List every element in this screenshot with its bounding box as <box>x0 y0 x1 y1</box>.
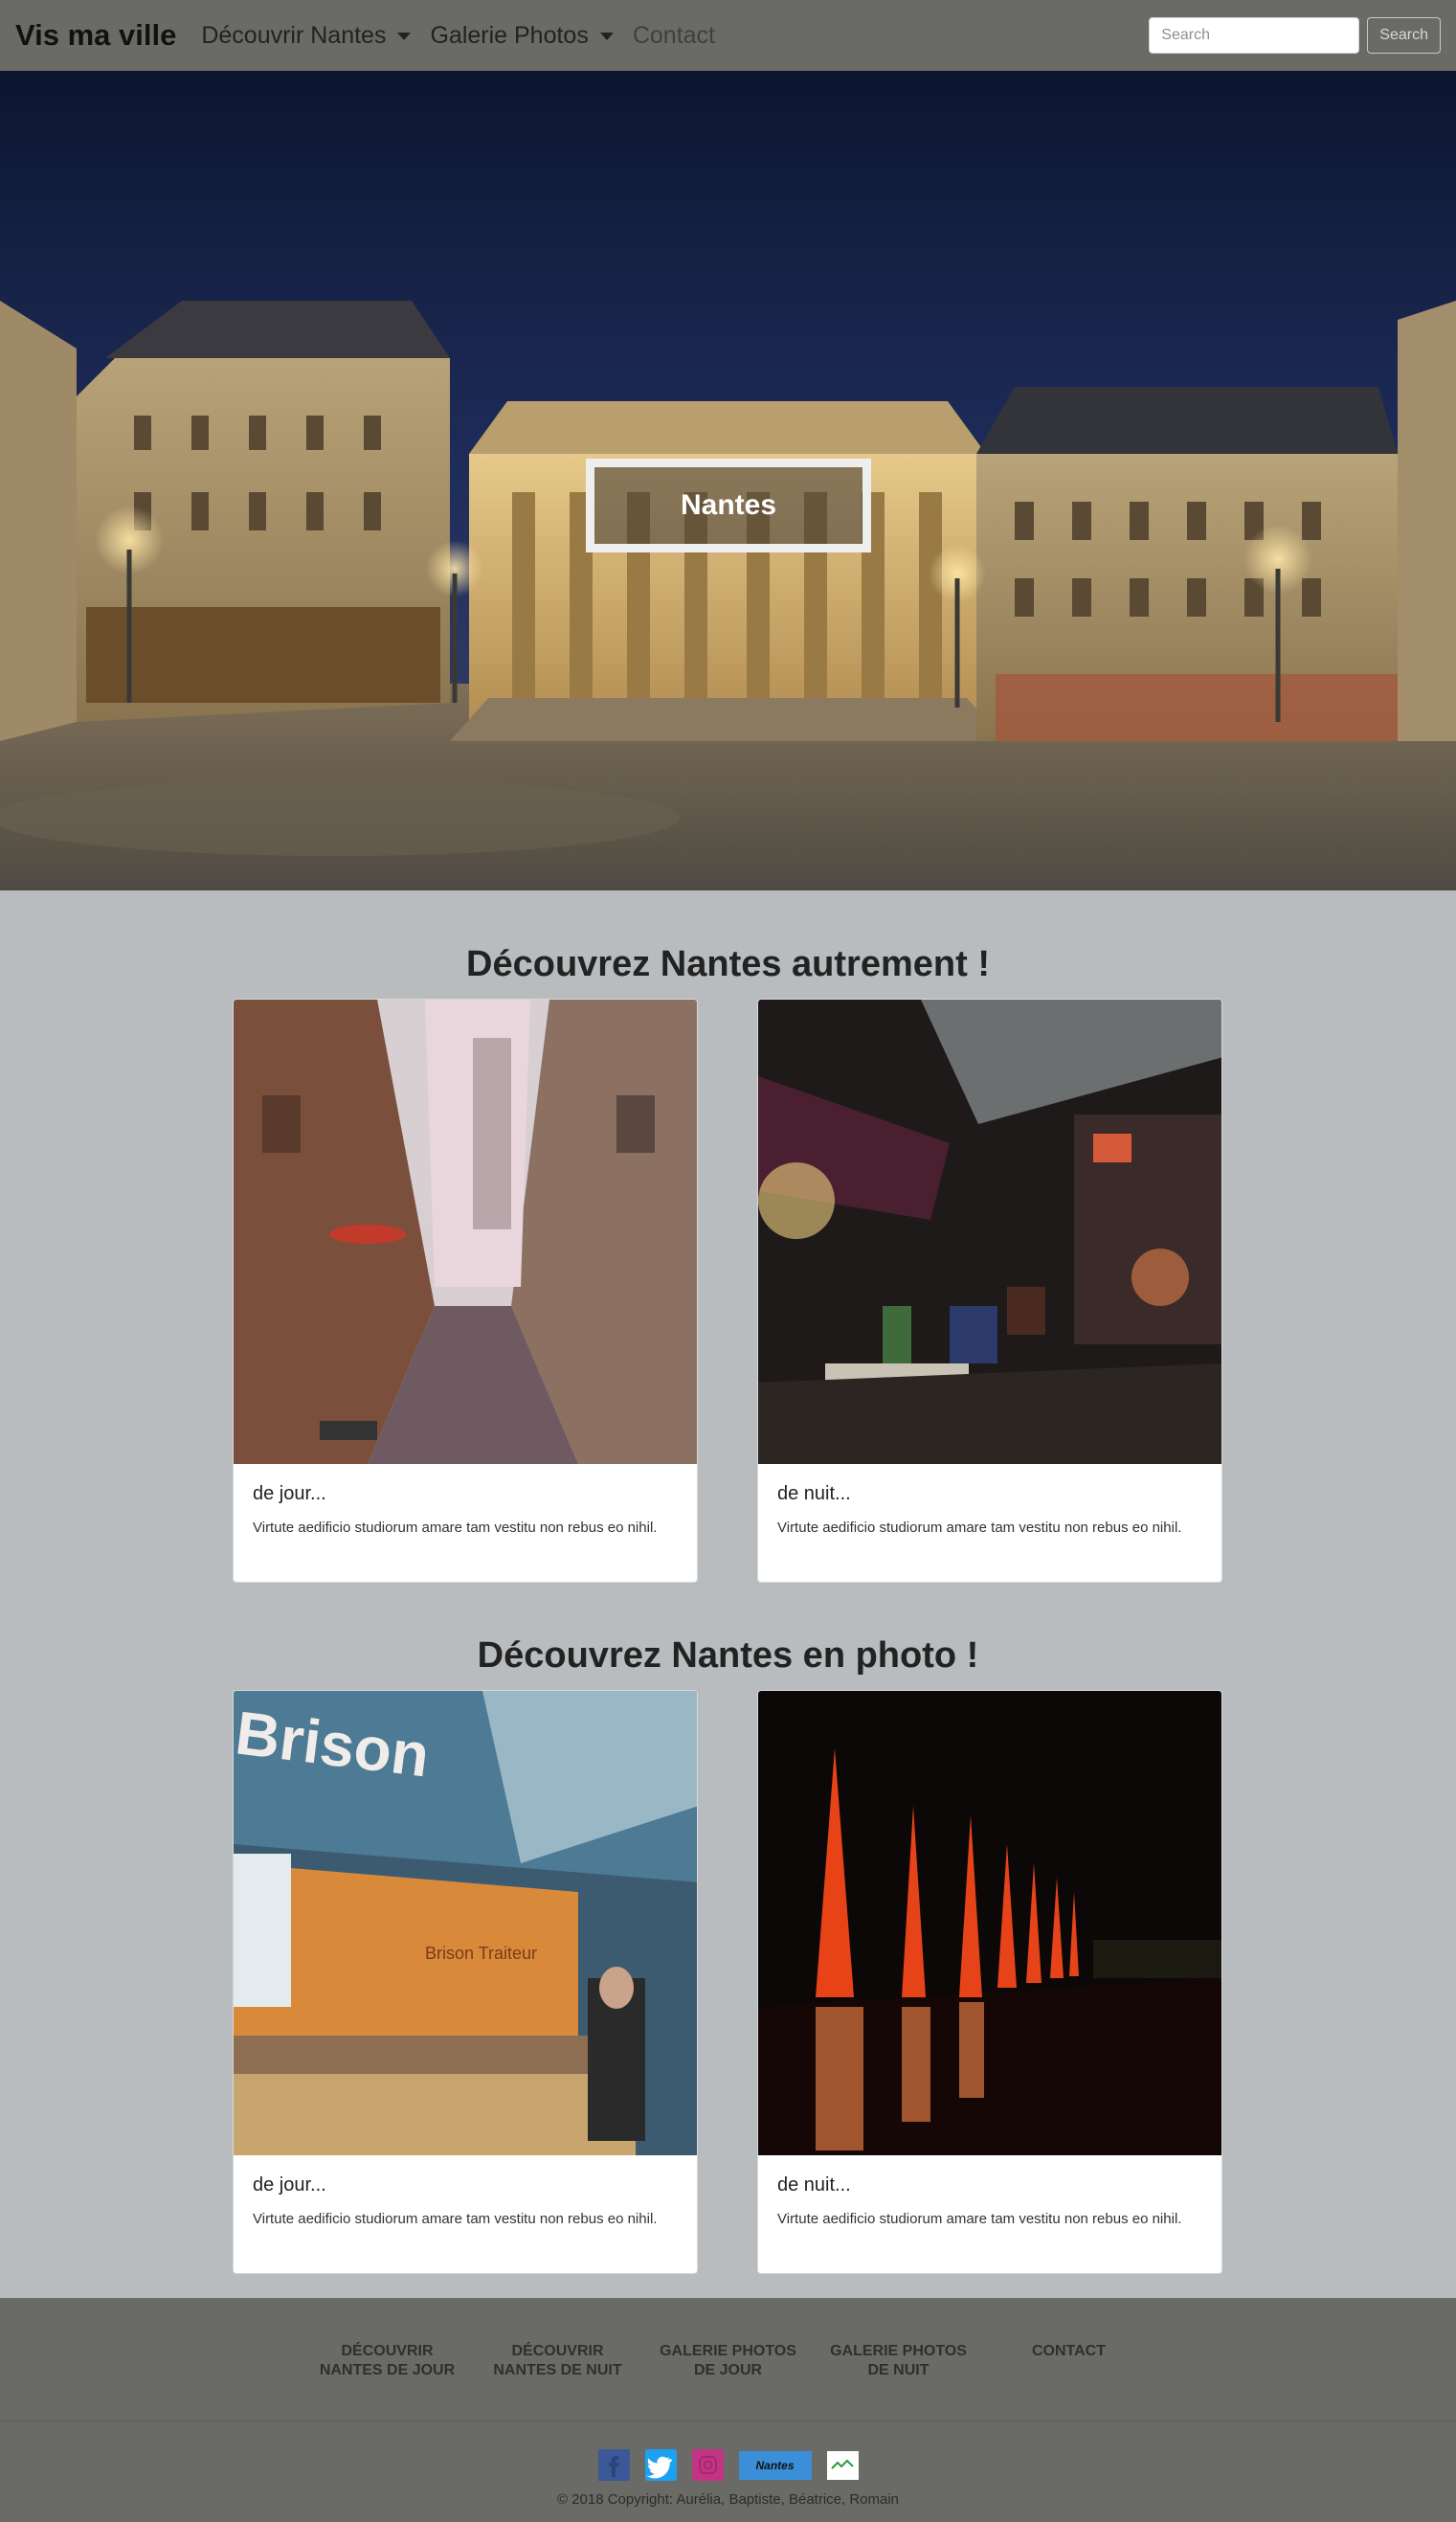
card-night[interactable]: de nuit... Virtute aedificio studiorum a… <box>757 999 1222 1583</box>
partner-logo[interactable] <box>826 2450 859 2480</box>
nantes-logo[interactable]: Nantes <box>738 2450 812 2480</box>
card-title: de jour... <box>253 2174 326 2195</box>
card-text: Virtute aedificio studiorum amare tam ve… <box>777 2211 1182 2227</box>
card-image-street <box>234 1000 697 1464</box>
footer-link-line2: NANTES DE NUIT <box>493 2362 622 2378</box>
footer: DÉCOUVRIR NANTES DE JOUR DÉCOUVRIR NANTE… <box>0 2298 1456 2522</box>
footer-link-galerie-jour[interactable]: GALERIE PHOTOS DE JOUR <box>643 2342 814 2380</box>
card-photo-night[interactable]: de nuit... Virtute aedificio studiorum a… <box>757 1690 1222 2274</box>
chevron-down-icon <box>397 33 412 40</box>
navbar: Vis ma ville Découvrir Nantes Galerie Ph… <box>0 0 1456 71</box>
facebook-icon[interactable] <box>597 2449 630 2481</box>
footer-link-contact[interactable]: CONTACT <box>984 2342 1154 2380</box>
footer-link-decouvrir-jour[interactable]: DÉCOUVRIR NANTES DE JOUR <box>302 2342 473 2380</box>
card-title: de nuit... <box>777 2174 851 2195</box>
search-form: Search <box>1149 17 1441 54</box>
chevron-down-icon <box>599 33 614 40</box>
nav-decouvrir-nantes-label: Découvrir Nantes <box>201 21 387 49</box>
footer-link-line1: CONTACT <box>1031 2343 1107 2359</box>
footer-link-line2: DE JOUR <box>693 2362 763 2378</box>
brand-logo[interactable]: Vis ma ville <box>15 18 176 53</box>
footer-link-line1: DÉCOUVRIR <box>511 2343 604 2359</box>
card-title: de jour... <box>253 1483 326 1504</box>
card-image-terrace <box>758 1000 1221 1464</box>
search-button[interactable]: Search <box>1367 17 1441 54</box>
hero-title-box: Nantes <box>586 459 871 552</box>
footer-link-line2: NANTES DE JOUR <box>319 2362 456 2378</box>
footer-link-line2: DE NUIT <box>867 2362 930 2378</box>
card-photo-day[interactable]: Brison Brison Traiteur de jour... Virtut… <box>233 1690 698 2274</box>
hero-title: Nantes <box>680 489 777 521</box>
footer-nav: DÉCOUVRIR NANTES DE JOUR DÉCOUVRIR NANTE… <box>0 2342 1456 2380</box>
copyright: © 2018 Copyright: Aurélia, Baptiste, Béa… <box>556 2491 900 2508</box>
nav-galerie-photos[interactable]: Galerie Photos <box>430 21 614 50</box>
card-text: Virtute aedificio studiorum amare tam ve… <box>777 1520 1182 1536</box>
footer-link-line1: DÉCOUVRIR <box>341 2343 434 2359</box>
social-links: Nantes <box>0 2449 1456 2481</box>
card-text: Virtute aedificio studiorum amare tam ve… <box>253 2211 658 2227</box>
search-input[interactable] <box>1149 17 1360 54</box>
section-title-en-photo: Découvrez Nantes en photo ! <box>477 1635 979 1676</box>
section-title-autrement: Découvrez Nantes autrement ! <box>466 944 990 984</box>
hero-banner: Nantes <box>0 71 1456 890</box>
card-day[interactable]: de jour... Virtute aedificio studiorum a… <box>233 999 698 1583</box>
card-title: de nuit... <box>777 1483 851 1504</box>
footer-link-line1: GALERIE PHOTOS <box>660 2343 796 2359</box>
footer-link-decouvrir-nuit[interactable]: DÉCOUVRIR NANTES DE NUIT <box>473 2342 643 2380</box>
nantes-logo-text: Nantes <box>755 2458 795 2472</box>
twitter-icon[interactable] <box>644 2449 677 2481</box>
nav-decouvrir-nantes[interactable]: Découvrir Nantes <box>201 21 412 50</box>
nav-contact[interactable]: Contact <box>633 22 715 50</box>
instagram-icon[interactable] <box>691 2449 724 2481</box>
card-text: Virtute aedificio studiorum amare tam ve… <box>253 1520 658 1536</box>
traiteur-sign: Brison Traiteur <box>425 1944 537 1963</box>
footer-link-galerie-nuit[interactable]: GALERIE PHOTOS DE NUIT <box>814 2342 984 2380</box>
nav-galerie-photos-label: Galerie Photos <box>430 21 589 49</box>
card-image-fountains <box>758 1691 1221 2155</box>
card-image-market: Brison Brison Traiteur <box>234 1691 697 2155</box>
footer-link-line1: GALERIE PHOTOS <box>830 2343 967 2359</box>
